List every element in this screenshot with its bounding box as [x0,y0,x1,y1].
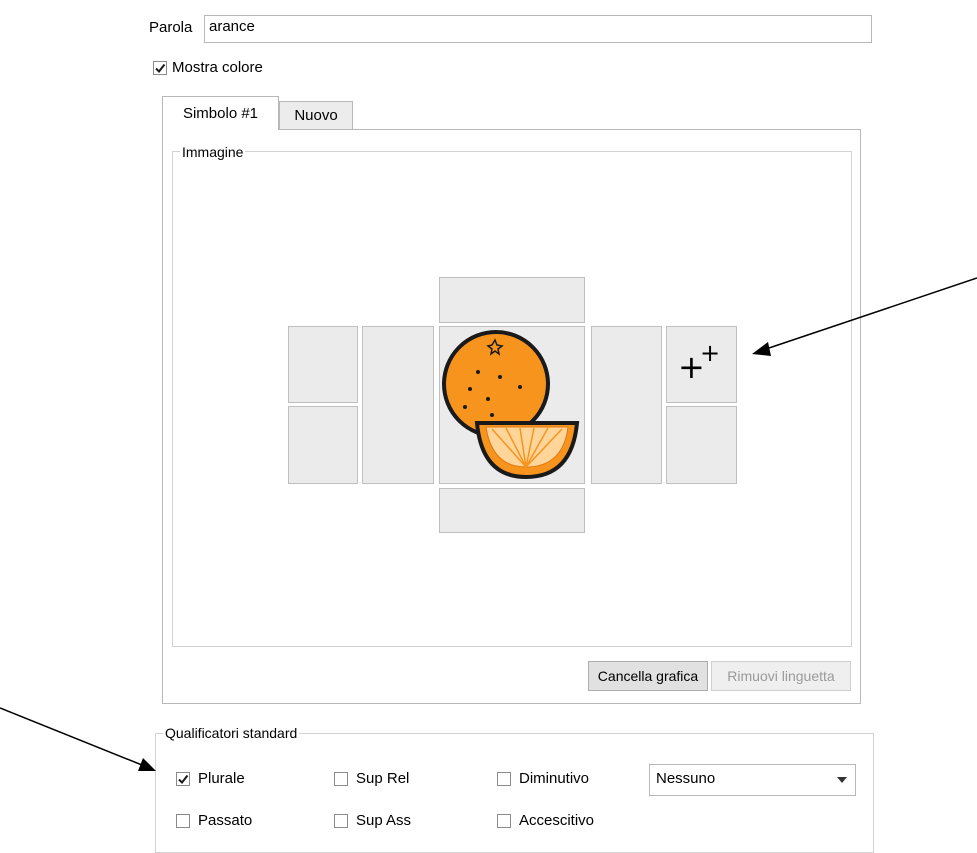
annotation-arrows [0,277,977,771]
tab-simbolo-1-label: Simbolo #1 [182,105,259,122]
tab-simbolo-1[interactable]: Simbolo #1 [162,96,279,130]
arrow-to-add-slot-icon [752,277,977,356]
arrow-to-plurale-icon [0,707,156,771]
